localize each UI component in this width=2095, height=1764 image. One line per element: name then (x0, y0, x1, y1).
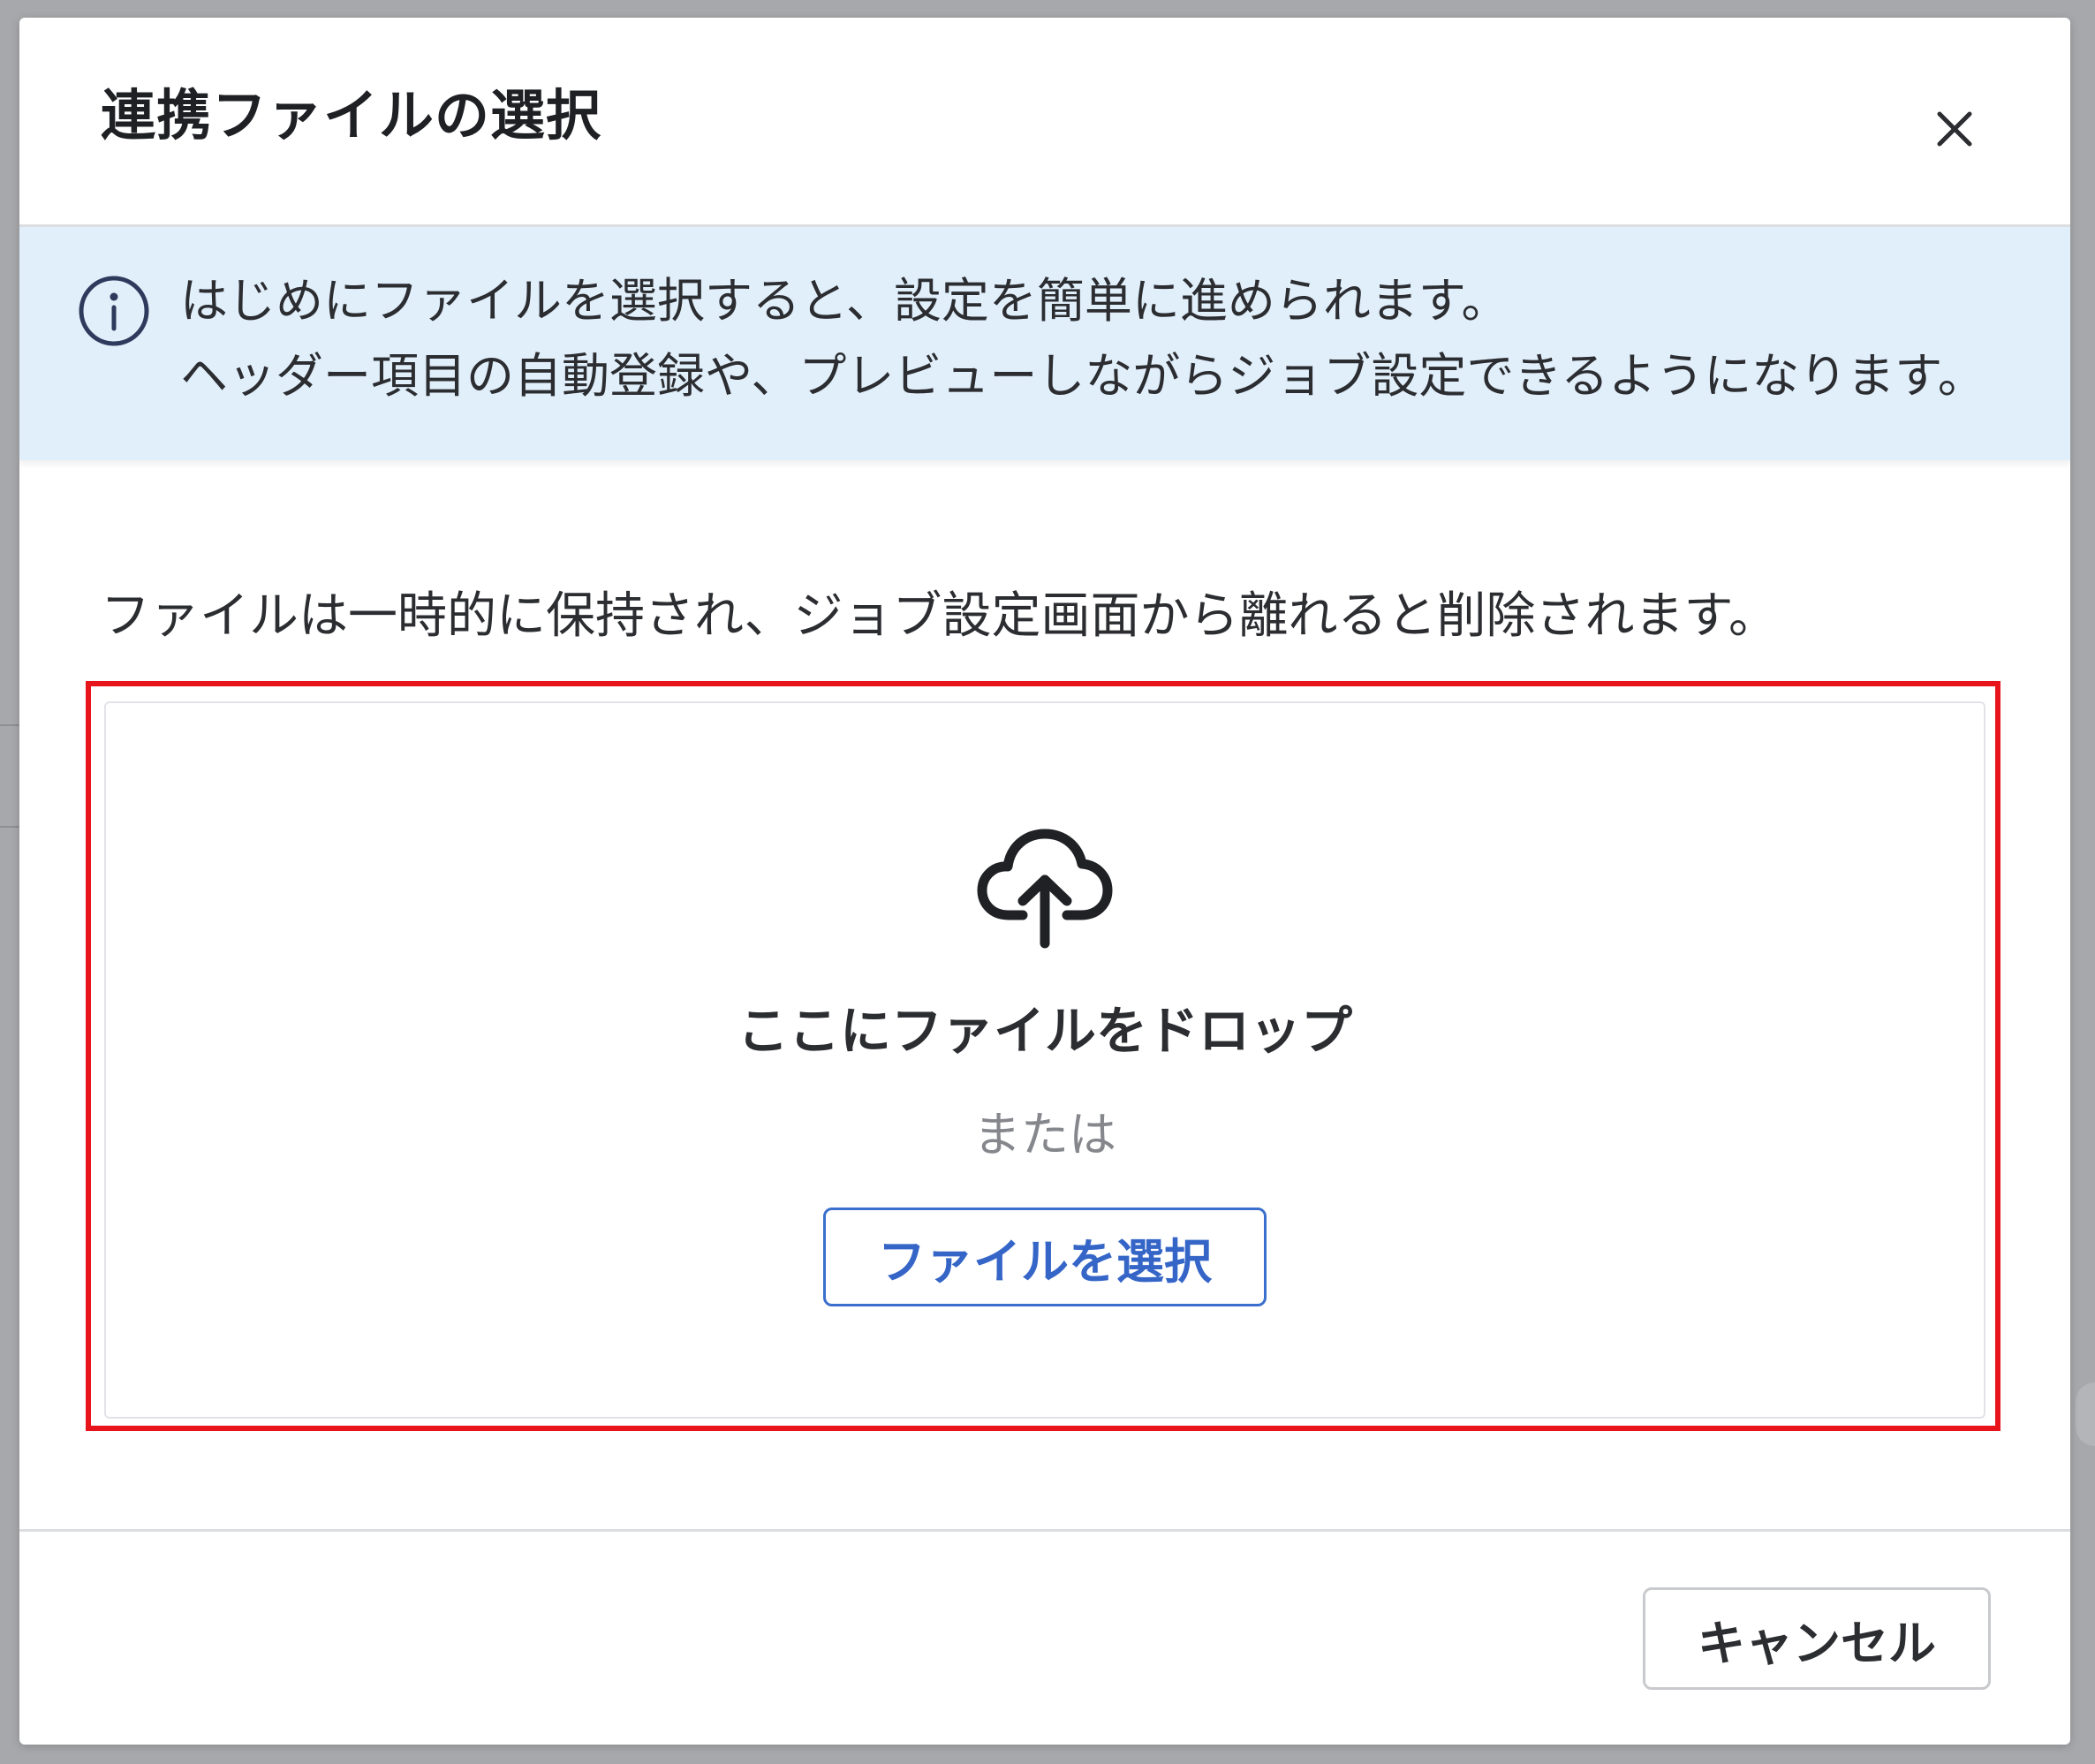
close-button[interactable] (1927, 102, 1982, 156)
background-divider (0, 724, 19, 726)
retention-note: ファイルは一時的に保持され、ジョブ設定画面から離れると削除されます。 (101, 587, 1778, 645)
modal-header: 連携ファイルの選択 (19, 18, 2070, 227)
footer-divider (19, 1529, 2070, 1532)
info-line-2: ヘッダー項目の自動登録や、プレビューしながらジョブ設定できるようになります。 (180, 348, 1985, 404)
background-control (2076, 1382, 2095, 1446)
highlight-frame (86, 681, 2000, 1431)
info-line-1: はじめにファイルを選択すると、設定を簡単に進められます。 (180, 273, 1509, 329)
background-divider (0, 826, 19, 828)
info-icon (79, 276, 149, 346)
modal-title: 連携ファイルの選択 (101, 83, 602, 148)
file-select-modal: 連携ファイルの選択 はじめにファイルを選択すると、設定を簡単に進められます。 ヘ… (19, 18, 2070, 1745)
info-message: はじめにファイルを選択すると、設定を簡単に進められます。 ヘッダー項目の自動登録… (180, 263, 1985, 413)
cancel-button[interactable]: キャンセル (1643, 1587, 1991, 1690)
close-icon (1937, 111, 1972, 147)
